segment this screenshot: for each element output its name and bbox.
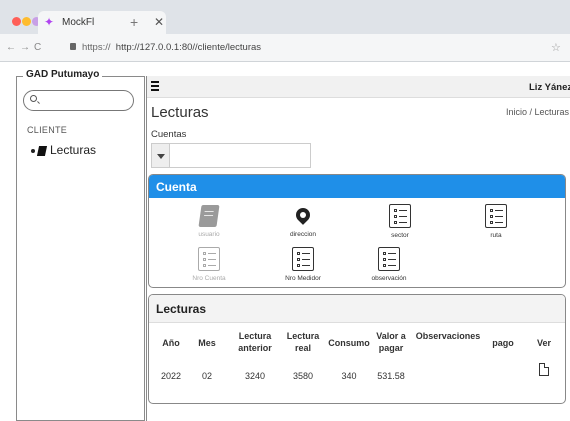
sidebar-item-lecturas[interactable]: Lecturas [31, 143, 96, 157]
column-header-ver: Ver [536, 338, 551, 348]
main-divider [146, 76, 147, 421]
search-icon [30, 95, 37, 102]
tile-nro-cuenta: Nro Cuenta [183, 247, 235, 282]
cell-consumo: 340 [341, 371, 357, 381]
tile-label: sector [391, 232, 409, 239]
new-tab-icon[interactable]: + [130, 14, 138, 30]
book-icon [198, 205, 220, 227]
cuenta-card: Cuenta usuario direccion sector ruta Nro… [148, 174, 566, 288]
book-icon [36, 145, 48, 156]
cell-lectura-anterior: 3240 [244, 371, 266, 381]
sidebar-item-label: Lecturas [50, 143, 97, 157]
address-bar: ←→C https:// http://127.0.0.1:80//client… [0, 34, 570, 62]
tile-label: Nro Medidor [285, 275, 321, 282]
cuentas-select[interactable] [151, 143, 311, 168]
document-icon [539, 363, 549, 376]
form-icon [389, 204, 411, 228]
tile-label: usuario [198, 231, 220, 238]
bullet-icon [31, 148, 35, 153]
close-window-dot[interactable] [12, 17, 21, 26]
cell-mes: 02 [201, 371, 212, 381]
tile-nro-medidor[interactable]: Nro Medidor [275, 247, 331, 282]
cell-valor-a-pagar: 531.58 [377, 371, 405, 381]
tile-usuario: usuario [187, 205, 231, 238]
nav-buttons[interactable]: ←→C [6, 42, 45, 53]
bookmark-star-icon[interactable]: ☆ [551, 41, 561, 54]
cuentas-label: Cuentas [151, 129, 187, 140]
breadcrumb[interactable]: Inicio / Lecturas [506, 107, 569, 117]
minimize-window-dot[interactable] [22, 17, 31, 26]
top-bar: Liz Yánez [147, 76, 570, 98]
url-text: http://127.0.0.1:80//cliente/lecturas [115, 42, 262, 53]
tab-title: MockFl [62, 17, 95, 28]
form-icon [485, 204, 507, 228]
form-icon [198, 247, 220, 271]
user-name[interactable]: Liz Yánez [529, 82, 570, 93]
lecturas-card: Lecturas Año Mes Lectura anterior Lectur… [148, 294, 566, 404]
tile-direccion[interactable]: direccion [281, 205, 325, 238]
browser-tab[interactable]: ✦ MockFl + ✕ [38, 11, 166, 34]
lock-icon [70, 43, 76, 50]
map-pin-icon [293, 205, 313, 225]
sidebar-title: GAD Putumayo [23, 69, 103, 80]
cell-lectura-real: 3580 [292, 371, 314, 381]
tile-sector[interactable]: sector [378, 204, 422, 239]
hamburger-menu-icon[interactable] [151, 81, 159, 93]
page-title: Lecturas [151, 104, 209, 121]
column-header-valor-a-pagar: Valor a pagar [376, 331, 406, 353]
column-header-mes: Mes [198, 338, 216, 348]
form-icon [292, 247, 314, 271]
chevron-down-icon[interactable] [152, 144, 170, 167]
column-header-observaciones: Observaciones [415, 331, 481, 341]
mockfl-logo-icon: ✦ [44, 15, 55, 29]
sidebar-search-input[interactable] [23, 90, 134, 111]
tile-observacion[interactable]: observación [361, 247, 417, 282]
view-document-button[interactable] [539, 363, 551, 376]
sidebar-section-cliente: CLIENTE [27, 125, 68, 135]
tile-label: Nro Cuenta [192, 275, 226, 282]
tile-label: observación [371, 275, 407, 282]
url-scheme: https:// [82, 42, 111, 53]
column-header-consumo: Consumo [328, 338, 370, 348]
column-header-anio: Año [162, 338, 180, 348]
column-header-pago: pago [492, 338, 514, 348]
column-header-lectura-real: Lectura real [286, 331, 320, 353]
tile-label: ruta [490, 232, 502, 239]
column-header-lectura-anterior: Lectura anterior [238, 331, 272, 353]
sidebar: GAD Putumayo CLIENTE Lecturas [16, 69, 145, 421]
url-field[interactable]: https:// http://127.0.0.1:80//cliente/le… [70, 42, 261, 53]
lecturas-card-title: Lecturas [149, 295, 565, 323]
cuenta-card-title: Cuenta [149, 175, 565, 198]
form-icon [378, 247, 400, 271]
close-tab-icon[interactable]: ✕ [154, 15, 164, 29]
tile-label: direccion [289, 231, 316, 238]
cell-anio: 2022 [160, 371, 182, 381]
tile-ruta[interactable]: ruta [474, 204, 518, 239]
browser-tab-bar: ✦ MockFl + ✕ [0, 0, 570, 34]
